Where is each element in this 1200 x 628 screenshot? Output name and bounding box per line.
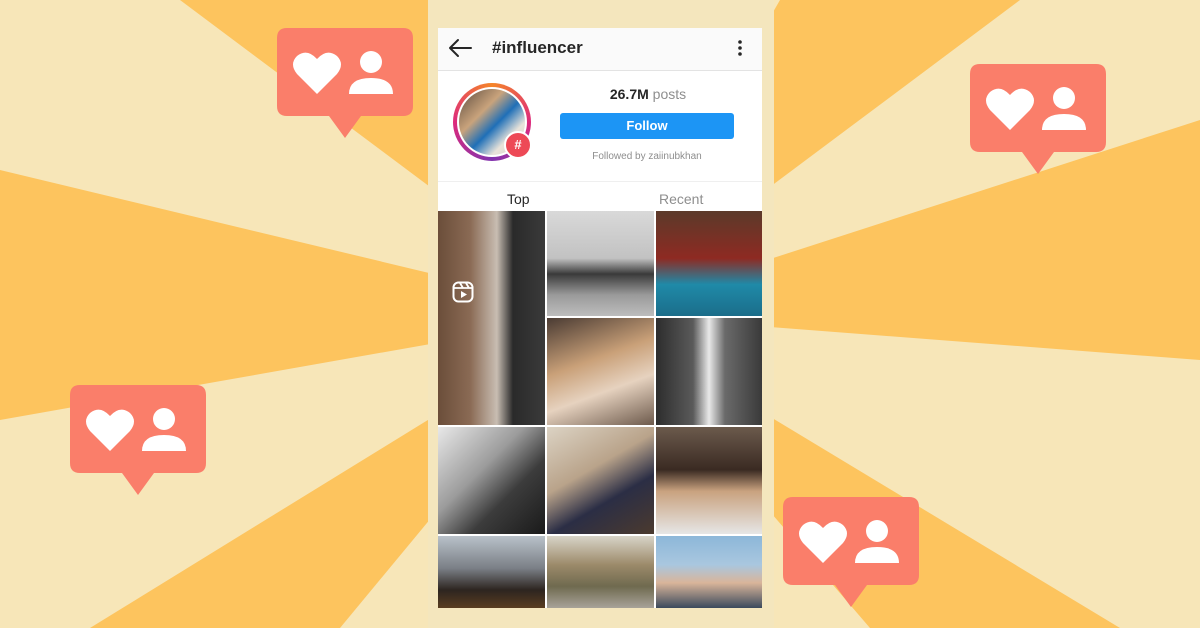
top-bar: #influencer <box>438 28 762 71</box>
phone-frame: #influencer # 26.7M posts Follow Followe… <box>428 0 774 628</box>
posts-number: 26.7M <box>609 86 649 102</box>
notification-badge <box>70 385 206 495</box>
notification-badge <box>277 28 413 138</box>
photo-woman-armchair[interactable] <box>547 427 654 534</box>
reels-icon <box>452 281 474 303</box>
photo-woman-red-dress[interactable] <box>656 211 762 316</box>
photo-night-jump[interactable] <box>438 536 545 608</box>
photo-man-street[interactable] <box>438 211 545 425</box>
back-arrow-icon[interactable] <box>448 38 472 58</box>
photo-man-portrait[interactable] <box>656 536 762 608</box>
hashtag-header: # 26.7M posts Follow Followed by zaiinub… <box>438 71 762 182</box>
notification-badge <box>970 64 1106 174</box>
tab-recent[interactable]: Recent <box>659 191 703 207</box>
posts-count: 26.7M posts <box>560 86 736 102</box>
page-title: #influencer <box>492 38 583 57</box>
photo-woman-leather-jacket[interactable] <box>547 211 654 316</box>
hashtag-screen: #influencer # 26.7M posts Follow Followe… <box>438 28 762 608</box>
person-icon <box>1053 87 1075 109</box>
tab-top[interactable]: Top <box>507 191 530 207</box>
followed-by-text[interactable]: Followed by zaiinubkhan <box>560 151 734 162</box>
notification-badge <box>783 497 919 607</box>
photo-grid <box>438 211 762 608</box>
photo-woman-street[interactable] <box>547 536 654 608</box>
photo-man-white-outfit[interactable] <box>656 318 762 425</box>
person-icon <box>360 51 382 73</box>
person-icon <box>866 520 888 542</box>
tab-bar: Top Recent <box>438 183 762 210</box>
posts-label: posts <box>652 86 687 102</box>
hashtag-badge: # <box>504 131 532 159</box>
more-vertical-icon[interactable] <box>734 38 746 58</box>
photo-woman-car-eiffel[interactable] <box>438 427 545 534</box>
person-icon <box>153 408 175 430</box>
photo-woman-phone[interactable] <box>547 318 654 425</box>
follow-button[interactable]: Follow <box>560 113 734 139</box>
photo-woman-cafe[interactable] <box>656 427 762 534</box>
